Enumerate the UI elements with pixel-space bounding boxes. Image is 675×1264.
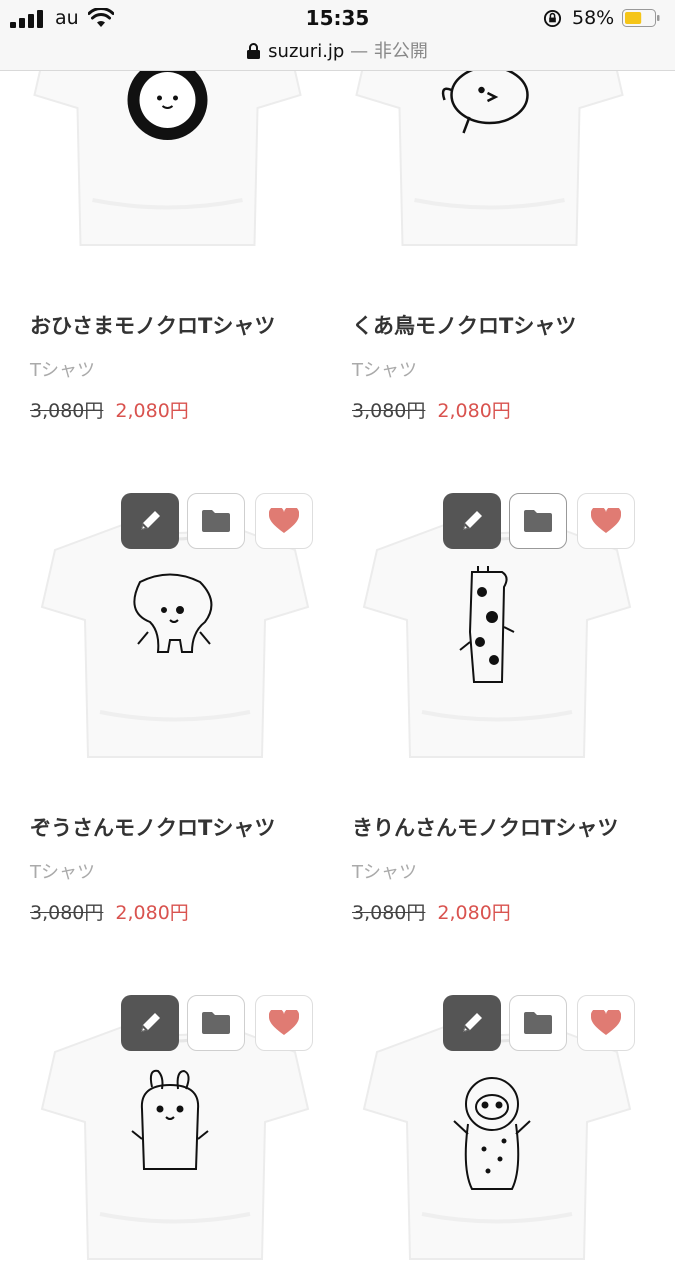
padlock-icon [247, 43, 261, 59]
product-category: Tシャツ [30, 360, 95, 381]
folder-button[interactable] [509, 493, 567, 549]
original-price: 3,080円 [30, 902, 104, 924]
product-price: 3,080円 2,080円 [352, 396, 511, 423]
like-button[interactable] [577, 995, 635, 1051]
like-button[interactable] [255, 995, 313, 1051]
sale-price: 2,080円 [437, 902, 511, 924]
pencil-icon [463, 511, 482, 530]
folder-button[interactable] [509, 995, 567, 1051]
folder-icon [524, 510, 552, 532]
product-card-bird[interactable]: くあ鳥モノクロTシャツ Tシャツ 3,080円 2,080円 [352, 70, 652, 440]
product-title[interactable]: くあ鳥モノクロTシャツ [352, 310, 576, 340]
sale-price: 2,080円 [437, 400, 511, 422]
product-title[interactable]: おひさまモノクロTシャツ [30, 310, 275, 340]
folder-icon [202, 1012, 230, 1034]
product-title[interactable]: ぞうさんモノクロTシャツ [30, 812, 275, 842]
folder-button[interactable] [187, 493, 245, 549]
address-bar[interactable]: suzuri.jp — 非公開 [0, 37, 675, 63]
product-price: 3,080円 2,080円 [30, 396, 189, 423]
sale-price: 2,080円 [115, 902, 189, 924]
heart-icon [591, 1010, 621, 1035]
item-actions [352, 992, 652, 1052]
item-actions [352, 490, 652, 550]
folder-icon [524, 1012, 552, 1034]
pencil-icon [141, 511, 160, 530]
original-price: 3,080円 [30, 400, 104, 422]
original-price: 3,080円 [352, 902, 426, 924]
product-card-giraffe[interactable]: きりんさんモノクロTシャツ Tシャツ 3,080円 2,080円 [352, 490, 652, 930]
item-actions [30, 490, 330, 550]
product-card-rabbit[interactable] [30, 992, 330, 1200]
item-actions [30, 992, 330, 1052]
sale-price: 2,080円 [115, 400, 189, 422]
edit-button[interactable] [443, 493, 501, 549]
sun-illustration [127, 60, 208, 140]
folder-icon [202, 510, 230, 532]
product-price: 3,080円 2,080円 [352, 898, 511, 925]
product-title[interactable]: きりんさんモノクロTシャツ [352, 812, 618, 842]
visibility-label: — 非公開 [350, 41, 428, 62]
pencil-icon [463, 1013, 482, 1032]
battery-icon [622, 9, 660, 27]
product-category: Tシャツ [30, 862, 95, 883]
battery-percentage: 58% [572, 7, 615, 29]
like-button[interactable] [255, 493, 313, 549]
folder-button[interactable] [187, 995, 245, 1051]
edit-button[interactable] [121, 995, 179, 1051]
product-category: Tシャツ [352, 862, 417, 883]
edit-button[interactable] [121, 493, 179, 549]
product-card-sloth[interactable] [352, 992, 652, 1200]
original-price: 3,080円 [352, 400, 426, 422]
orientation-lock-icon [543, 9, 562, 28]
url-text: suzuri.jp [268, 41, 345, 62]
pencil-icon [141, 1013, 160, 1032]
product-price: 3,080円 2,080円 [30, 898, 189, 925]
edit-button[interactable] [443, 995, 501, 1051]
heart-icon [269, 508, 299, 533]
like-button[interactable] [577, 493, 635, 549]
status-bar: au 15:35 58% suzuri.jp — 非公開 [0, 0, 675, 71]
product-card-elephant[interactable]: ぞうさんモノクロTシャツ Tシャツ 3,080円 2,080円 [30, 490, 330, 930]
product-category: Tシャツ [352, 360, 417, 381]
heart-icon [591, 508, 621, 533]
heart-icon [269, 1010, 299, 1035]
product-card-sun[interactable]: おひさまモノクロTシャツ Tシャツ 3,080円 2,080円 [30, 70, 330, 440]
